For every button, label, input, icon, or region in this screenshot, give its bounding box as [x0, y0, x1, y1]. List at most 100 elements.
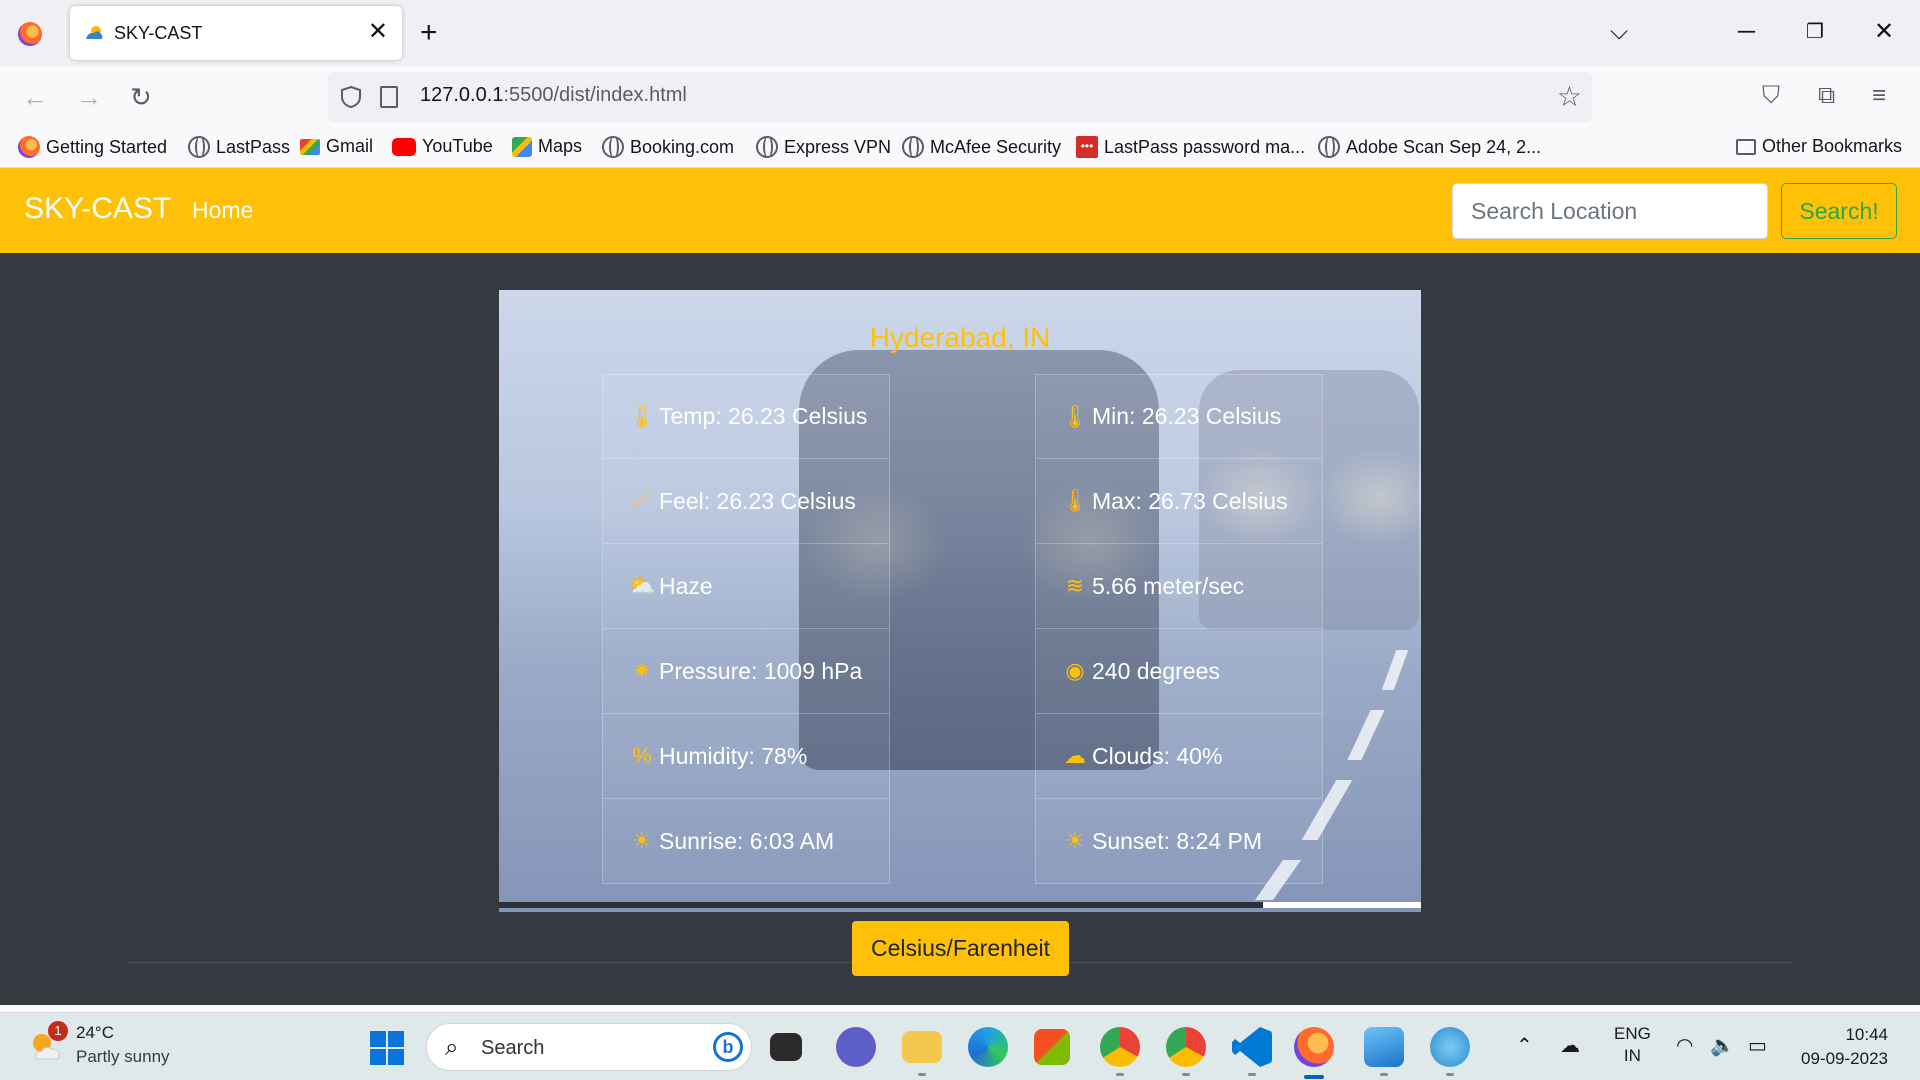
- url-text[interactable]: 127.0.0.1:5500/dist/index.html: [420, 84, 687, 107]
- card-bottom-highlight: [1263, 902, 1421, 908]
- wind-direction-cell: ◉ 240 degrees: [1035, 629, 1323, 714]
- firefox-taskbar-icon[interactable]: [1294, 1027, 1334, 1067]
- weather-desc[interactable]: Partly sunny: [76, 1047, 170, 1067]
- bookmark-label: Getting Started: [46, 136, 168, 157]
- photos-icon[interactable]: [1364, 1027, 1404, 1067]
- language-indicator[interactable]: ENG IN: [1614, 1023, 1651, 1067]
- firefox-menu-icon[interactable]: [18, 22, 42, 46]
- browser-tab-active[interactable]: SKY-CAST ✕: [70, 6, 402, 60]
- new-tab-icon[interactable]: +: [420, 16, 438, 50]
- sunrise-text: Sunrise: 6:03 AM: [659, 827, 835, 854]
- main-content: Hyderabad, IN 🌡 Temp: 26.23 Celsius ☄ Fe…: [0, 253, 1920, 1005]
- running-indicator: [1248, 1073, 1256, 1076]
- cloud-icon: ☁: [1064, 743, 1086, 768]
- tab-close-icon[interactable]: ✕: [368, 18, 388, 46]
- site-brand[interactable]: SKY-CAST: [24, 192, 171, 226]
- microsoft-store-icon[interactable]: [1034, 1029, 1070, 1065]
- humidity-text: Humidity: 78%: [659, 742, 808, 769]
- extensions-icon[interactable]: ⧉: [1818, 80, 1835, 112]
- lastpass-icon: •••: [1076, 136, 1098, 158]
- tracking-shield-icon[interactable]: [340, 85, 362, 109]
- bookmark-getting-started[interactable]: Getting Started: [18, 136, 167, 158]
- reload-icon[interactable]: ↻: [130, 80, 152, 114]
- bookmark-lastpass[interactable]: LastPass: [188, 136, 290, 158]
- bookmark-lastpass-password[interactable]: ••• LastPass password ma...: [1076, 136, 1305, 158]
- bookmark-express-vpn[interactable]: Express VPN: [756, 136, 891, 158]
- wind-speed-cell: ≋ 5.66 meter/sec: [1035, 544, 1323, 629]
- system-clock[interactable]: 10:44 09-09-2023: [1798, 1023, 1888, 1071]
- bookmark-star-icon[interactable]: ☆: [1557, 81, 1582, 113]
- chrome-profile-s-icon[interactable]: [1100, 1027, 1140, 1067]
- show-hidden-icons-icon[interactable]: ⌃: [1516, 1033, 1533, 1058]
- nav-home-link[interactable]: Home: [192, 197, 253, 224]
- search-icon: ⌕: [445, 1034, 459, 1061]
- app-menu-icon[interactable]: ≡: [1872, 80, 1886, 112]
- paint-icon[interactable]: [1430, 1027, 1470, 1067]
- bookmark-label: LastPass password ma...: [1104, 136, 1306, 157]
- chrome-profile-h-icon[interactable]: [1166, 1027, 1206, 1067]
- percent-icon: %: [632, 743, 652, 768]
- taskbar-search[interactable]: ⌕ Search b: [426, 1023, 752, 1071]
- bookmark-label: Maps: [538, 136, 583, 156]
- sun-icon: ☀: [632, 828, 652, 853]
- bing-icon[interactable]: b: [713, 1032, 743, 1062]
- weather-column-right: 🌡 Min: 26.23 Celsius 🌡 Max: 26.73 Celsiu…: [1035, 374, 1323, 884]
- folder-icon: [1736, 138, 1756, 155]
- bookmark-mcafee[interactable]: McAfee Security: [902, 136, 1061, 158]
- pocket-icon[interactable]: ⛉: [1762, 80, 1780, 112]
- bookmark-maps[interactable]: Maps: [512, 136, 582, 157]
- humidity-cell: % Humidity: 78%: [602, 714, 890, 799]
- temp-high-icon: 🌡: [1061, 488, 1089, 513]
- bookmark-youtube[interactable]: YouTube: [392, 136, 493, 157]
- weather-temp[interactable]: 24°C: [76, 1023, 114, 1043]
- other-bookmarks[interactable]: Other Bookmarks: [1736, 136, 1902, 157]
- url-host: 127.0.0.1: [420, 84, 504, 106]
- sunset-cell: ☀ Sunset: 8:24 PM: [1035, 799, 1323, 884]
- browser-tab-strip: SKY-CAST ✕ + ⌵ ─ ❐ ✕: [0, 0, 1920, 66]
- battery-icon[interactable]: ▭: [1748, 1033, 1767, 1058]
- minimize-icon[interactable]: ─: [1738, 14, 1755, 50]
- teams-chat-icon[interactable]: [836, 1027, 876, 1067]
- bookmark-gmail[interactable]: Gmail: [300, 136, 373, 157]
- task-view-icon[interactable]: [770, 1033, 802, 1061]
- sunset-text: Sunset: 8:24 PM: [1092, 827, 1263, 854]
- windows-start-icon[interactable]: [370, 1031, 404, 1065]
- skycast-favicon-icon: [86, 26, 103, 39]
- restore-icon[interactable]: ❐: [1806, 14, 1824, 50]
- weather-notification-badge: 1: [48, 1021, 68, 1041]
- back-icon[interactable]: ←: [22, 80, 48, 114]
- road-marking: [1347, 710, 1385, 760]
- temp-low-icon: 🌡: [1061, 403, 1089, 429]
- haze-icon: ⛅: [628, 573, 656, 598]
- site-navbar: SKY-CAST Home Search!: [0, 168, 1920, 253]
- wifi-icon[interactable]: ◠: [1676, 1033, 1693, 1058]
- list-all-tabs-icon[interactable]: ⌵: [1610, 14, 1628, 50]
- language-code: ENG: [1614, 1024, 1651, 1043]
- bookmark-label: McAfee Security: [930, 136, 1062, 157]
- search-location-input[interactable]: [1452, 183, 1768, 239]
- wind-direction-text: 240 degrees: [1092, 657, 1220, 684]
- min-temp-cell: 🌡 Min: 26.23 Celsius: [1035, 374, 1323, 459]
- pressure-icon: ✷: [632, 658, 652, 683]
- url-bar[interactable]: 127.0.0.1:5500/dist/index.html ☆: [328, 72, 1592, 122]
- vscode-icon[interactable]: [1232, 1027, 1272, 1067]
- search-button[interactable]: Search!: [1781, 183, 1897, 239]
- volume-icon[interactable]: 🔈: [1710, 1033, 1735, 1058]
- file-explorer-icon[interactable]: [902, 1031, 942, 1063]
- edge-icon[interactable]: [968, 1027, 1008, 1067]
- condition-cell: ⛅ Haze: [602, 544, 890, 629]
- taskbar-search-label: Search: [481, 1037, 545, 1059]
- bookmark-booking[interactable]: Booking.com: [602, 136, 734, 158]
- celsius-fahrenheit-toggle-button[interactable]: Celsius/Farenheit: [852, 921, 1069, 976]
- browser-toolbar: ← → ↻ 127.0.0.1:5500/dist/index.html ☆ ⛉…: [0, 66, 1920, 128]
- bookmark-adobe-scan[interactable]: Adobe Scan Sep 24, 2...: [1318, 136, 1541, 158]
- forward-icon[interactable]: →: [76, 80, 102, 114]
- onedrive-icon[interactable]: ☁: [1560, 1033, 1580, 1058]
- firefox-icon: [18, 136, 40, 158]
- sunrise-cell: ☀ Sunrise: 6:03 AM: [602, 799, 890, 884]
- page-info-icon[interactable]: [380, 86, 398, 108]
- maps-icon: [512, 136, 532, 157]
- window-close-icon[interactable]: ✕: [1874, 14, 1894, 50]
- active-app-indicator: [1304, 1075, 1324, 1079]
- clouds-cell: ☁ Clouds: 40%: [1035, 714, 1323, 799]
